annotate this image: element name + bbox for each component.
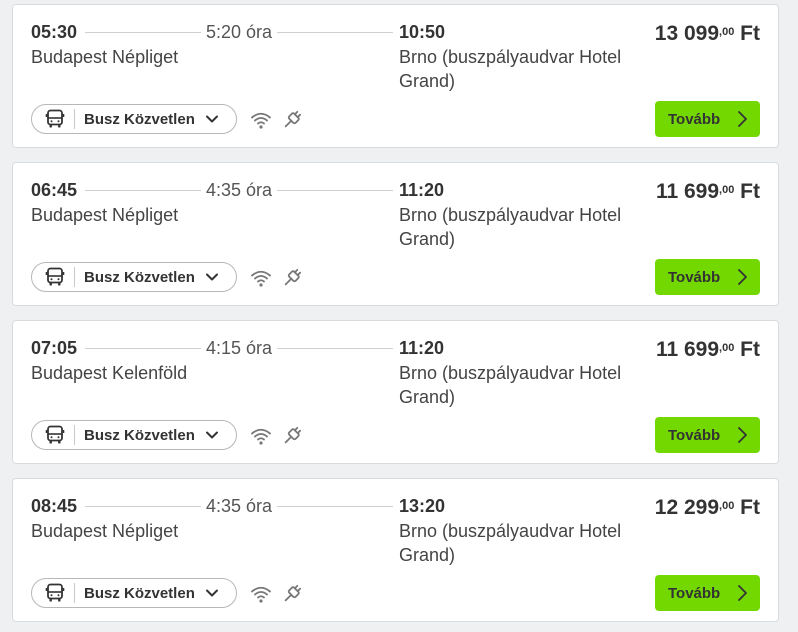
continue-button[interactable]: Tovább	[655, 575, 760, 611]
continue-button-label: Tovább	[668, 584, 721, 602]
pill-separator	[74, 267, 75, 287]
wifi-icon	[250, 425, 272, 447]
arrival-time: 13:20	[399, 496, 446, 516]
departure-time: 08:45	[31, 496, 78, 516]
chevron-right-icon	[735, 426, 749, 444]
price-decimals: ,00	[719, 26, 735, 38]
continue-button-label: Tovább	[668, 110, 721, 128]
power-plug-icon	[281, 267, 303, 289]
wifi-icon	[250, 109, 272, 131]
continue-button[interactable]: Tovább	[655, 417, 760, 453]
timeline-divider	[277, 190, 393, 191]
price-amount: 12 299	[654, 496, 720, 519]
arrival-time: 11:20	[399, 180, 445, 200]
price-decimals: ,00	[719, 500, 735, 512]
trip-price: 12 299,00 Ft	[655, 495, 760, 521]
trip-results-list: 05:30 5:20 óra 10:50 Budapest Népliget B…	[0, 0, 798, 632]
transport-mode-dropdown[interactable]: Busz Közvetlen	[31, 420, 237, 450]
transport-mode-label: Busz Közvetlen	[84, 110, 195, 128]
timeline-divider	[277, 348, 393, 349]
departure-time: 07:05	[31, 338, 78, 358]
trip-card: 05:30 5:20 óra 10:50 Budapest Népliget B…	[12, 4, 779, 148]
arrival-station: Brno (buszpályaudvar Hotel Grand)	[399, 47, 622, 91]
departure-station: Budapest Népliget	[31, 521, 179, 541]
continue-button-label: Tovább	[668, 268, 721, 286]
trip-duration: 5:20 óra	[206, 22, 273, 42]
price-amount: 11 699	[655, 180, 720, 203]
wifi-icon	[250, 267, 272, 289]
arrival-station: Brno (buszpályaudvar Hotel Grand)	[399, 521, 622, 565]
arrival-time: 10:50	[399, 22, 446, 42]
price-currency: Ft	[740, 22, 760, 45]
power-plug-icon	[281, 425, 303, 447]
trip-card: 06:45 4:35 óra 11:20 Budapest Népliget B…	[12, 162, 779, 306]
departure-station: Budapest Népliget	[31, 47, 179, 67]
chevron-down-icon	[205, 428, 219, 442]
continue-button[interactable]: Tovább	[655, 101, 760, 137]
arrival-station: Brno (buszpályaudvar Hotel Grand)	[399, 363, 622, 407]
timeline-divider	[85, 190, 201, 191]
timeline-divider	[277, 506, 393, 507]
trip-price: 11 699,00 Ft	[656, 179, 760, 205]
trip-card: 07:05 4:15 óra 11:20 Budapest Kelenföld …	[12, 320, 779, 464]
chevron-right-icon	[735, 584, 749, 602]
trip-duration: 4:35 óra	[206, 180, 273, 200]
power-plug-icon	[281, 109, 303, 131]
trip-duration: 4:35 óra	[206, 496, 273, 516]
transport-mode-label: Busz Közvetlen	[84, 426, 195, 444]
transport-mode-dropdown[interactable]: Busz Közvetlen	[31, 104, 237, 134]
trip-card: 08:45 4:35 óra 13:20 Budapest Népliget B…	[12, 478, 779, 622]
bus-icon	[45, 583, 65, 603]
power-plug-icon	[281, 583, 303, 605]
transport-mode-label: Busz Közvetlen	[84, 584, 195, 602]
timeline-divider	[85, 32, 201, 33]
chevron-right-icon	[735, 110, 749, 128]
price-currency: Ft	[740, 180, 760, 203]
departure-time: 06:45	[31, 180, 78, 200]
continue-button-label: Tovább	[668, 426, 721, 444]
transport-mode-dropdown[interactable]: Busz Közvetlen	[31, 262, 237, 292]
departure-station: Budapest Népliget	[31, 205, 179, 225]
departure-time: 05:30	[31, 22, 78, 42]
price-decimals: ,00	[719, 184, 735, 196]
trip-price: 11 699,00 Ft	[656, 337, 760, 363]
pill-separator	[74, 109, 75, 129]
timeline-divider	[277, 32, 393, 33]
price-currency: Ft	[740, 338, 760, 361]
price-currency: Ft	[740, 496, 760, 519]
trip-price: 13 099,00 Ft	[655, 21, 760, 47]
price-amount: 11 699	[655, 338, 720, 361]
trip-duration: 4:15 óra	[206, 338, 273, 358]
bus-icon	[45, 109, 65, 129]
continue-button[interactable]: Tovább	[655, 259, 760, 295]
price-amount: 13 099	[654, 22, 720, 45]
pill-separator	[74, 425, 75, 445]
transport-mode-label: Busz Közvetlen	[84, 268, 195, 286]
wifi-icon	[250, 583, 272, 605]
price-decimals: ,00	[719, 342, 735, 354]
departure-station: Budapest Kelenföld	[31, 363, 188, 383]
chevron-down-icon	[205, 270, 219, 284]
timeline-divider	[85, 348, 201, 349]
bus-icon	[45, 425, 65, 445]
arrival-time: 11:20	[399, 338, 445, 358]
arrival-station: Brno (buszpályaudvar Hotel Grand)	[399, 205, 622, 249]
bus-icon	[45, 267, 65, 287]
chevron-down-icon	[205, 112, 219, 126]
transport-mode-dropdown[interactable]: Busz Közvetlen	[31, 578, 237, 608]
pill-separator	[74, 583, 75, 603]
chevron-right-icon	[735, 268, 749, 286]
chevron-down-icon	[205, 586, 219, 600]
timeline-divider	[85, 506, 201, 507]
